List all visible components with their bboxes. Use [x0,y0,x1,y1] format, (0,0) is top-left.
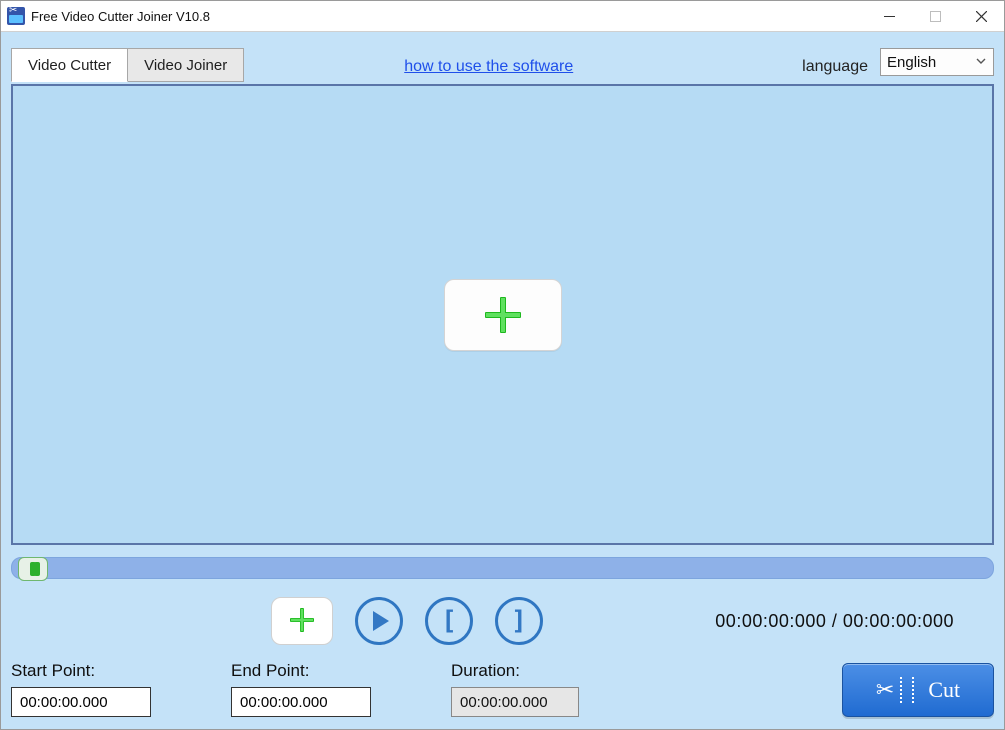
app-window: Free Video Cutter Joiner V10.8 Video Cut… [0,0,1005,730]
language-selected: English [887,54,936,71]
bracket-open-icon: [ [441,606,457,636]
minimize-button[interactable] [866,1,912,31]
app-icon [7,7,25,25]
duration-label: Duration: [451,661,579,681]
tabs: Video Cutter Video Joiner [11,48,244,80]
end-point-field: End Point: [231,661,371,717]
close-button[interactable] [958,1,1004,31]
filmstrip-icon [900,677,914,703]
cut-button-label: Cut [928,677,960,703]
tab-video-joiner[interactable]: Video Joiner [128,48,244,82]
start-point-input[interactable] [11,687,151,717]
set-start-button[interactable]: [ [425,597,473,645]
play-icon [373,611,389,631]
chevron-down-icon [975,54,987,71]
set-end-button[interactable]: ] [495,597,543,645]
position-slider[interactable] [11,557,994,579]
duration-field: Duration: [451,661,579,717]
tab-label: Video Cutter [28,57,111,74]
cut-button[interactable]: ✂ Cut [842,663,994,717]
slider-thumb[interactable] [18,557,48,581]
bracket-close-icon: ] [511,606,527,636]
tab-label: Video Joiner [144,57,227,74]
end-point-input[interactable] [231,687,371,717]
end-point-label: End Point: [231,661,371,681]
duration-input [451,687,579,717]
maximize-button[interactable] [912,1,958,31]
start-point-field: Start Point: [11,661,151,717]
start-point-label: Start Point: [11,661,151,681]
video-preview-area [11,84,994,545]
scissors-icon: ✂ [876,677,894,703]
language-label: language [802,58,868,76]
add-video-button[interactable] [444,279,562,351]
plus-icon [481,293,525,337]
control-group: [ ] [271,597,543,645]
add-file-button[interactable] [271,597,333,645]
howto-link[interactable]: how to use the software [404,58,573,76]
controls-row: [ ] 00:00:00:000 / 00:00:00:000 [11,589,994,653]
client-area: Video Cutter Video Joiner how to use the… [1,32,1004,729]
play-button[interactable] [355,597,403,645]
tab-video-cutter[interactable]: Video Cutter [11,48,128,82]
titlebar: Free Video Cutter Joiner V10.8 [1,1,1004,32]
fields-row: Start Point: End Point: Duration: ✂ Cut [11,661,994,717]
window-buttons [866,1,1004,31]
top-row: Video Cutter Video Joiner how to use the… [11,38,994,80]
plus-icon [288,606,316,637]
language-select[interactable]: English [880,48,994,76]
timecode-display: 00:00:00:000 / 00:00:00:000 [715,611,954,632]
window-title: Free Video Cutter Joiner V10.8 [31,9,210,24]
howto-link-text: how to use the software [404,58,573,75]
